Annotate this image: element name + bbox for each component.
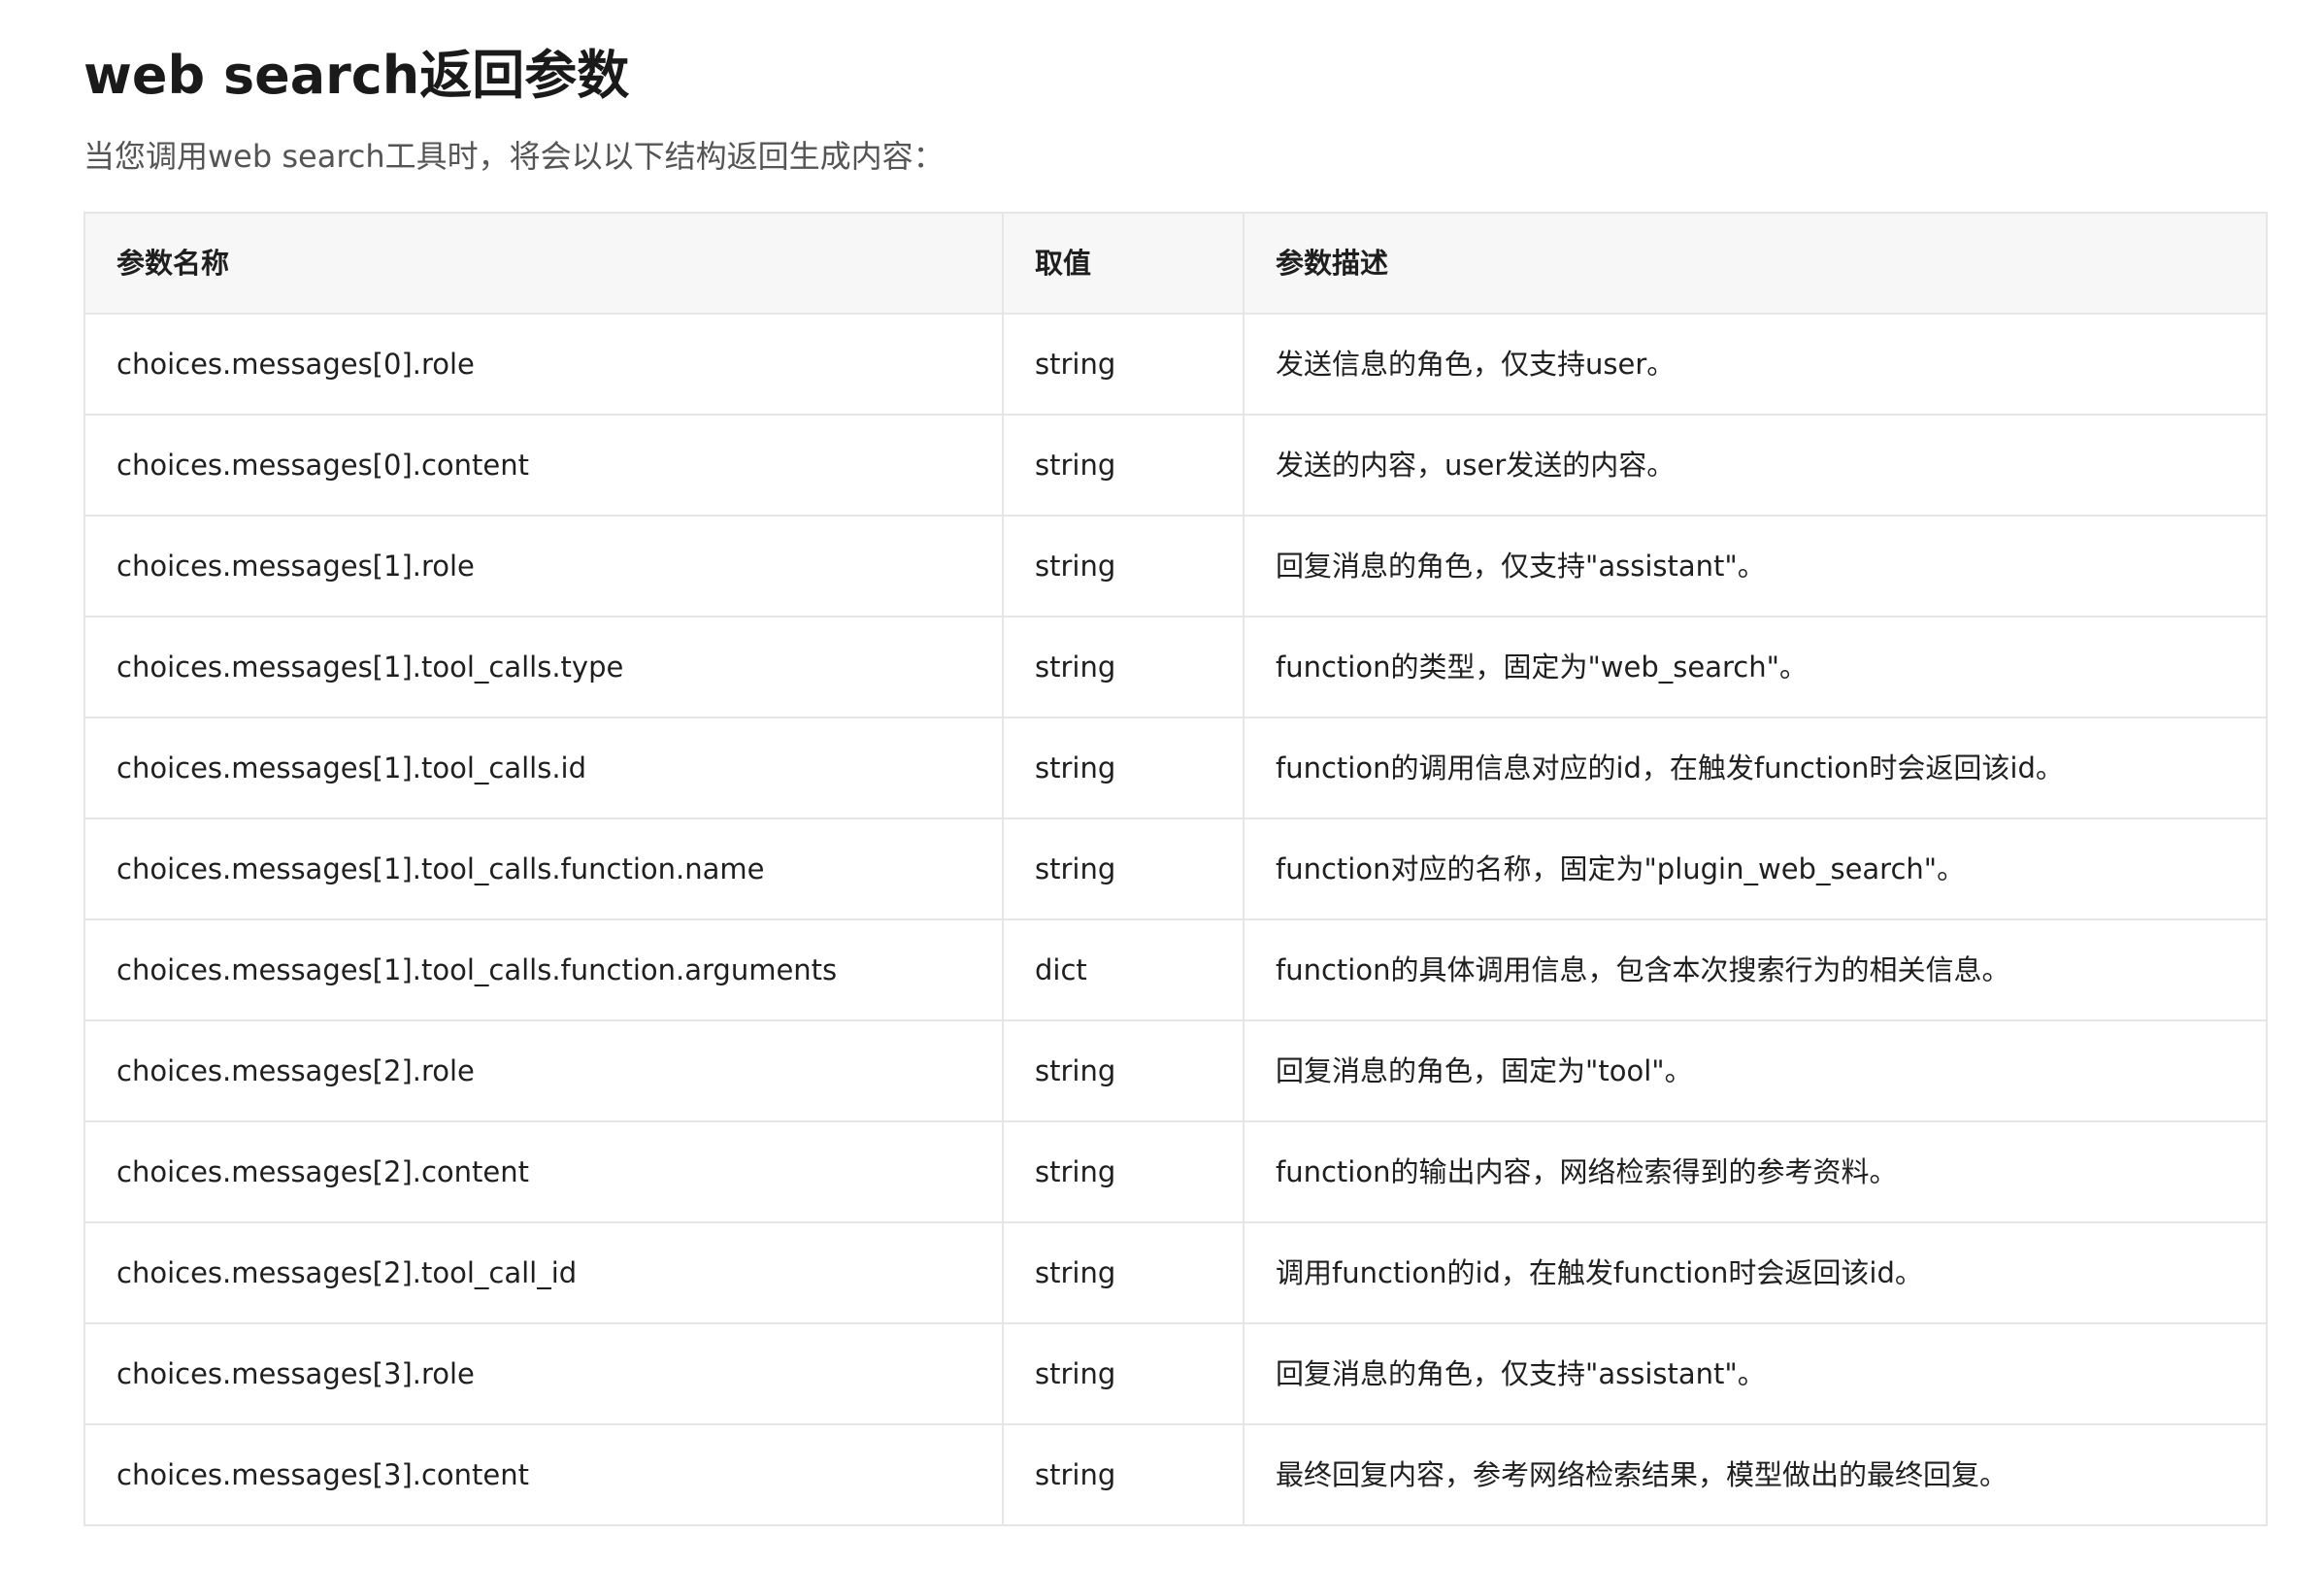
param-name-cell: choices.messages[1].tool_calls.id: [83, 717, 1004, 819]
header-value: 取值: [1002, 212, 1245, 315]
param-value-cell: string: [1002, 1120, 1245, 1223]
param-name-cell: choices.messages[3].content: [83, 1423, 1004, 1526]
table-row: choices.messages[2].role string 回复消息的角色，…: [83, 1019, 2268, 1122]
page-title: web search返回参数: [83, 45, 630, 106]
doc-page: web search返回参数 当您调用web search工具时，将会以以下结构…: [0, 0, 2324, 1569]
param-name-cell: choices.messages[1].tool_calls.function.…: [83, 818, 1004, 920]
param-name-cell: choices.messages[0].role: [83, 313, 1004, 416]
page-intro: 当您调用web search工具时，将会以以下结构返回生成内容：: [83, 138, 945, 175]
param-value-cell: string: [1002, 515, 1245, 618]
param-desc-cell: 最终回复内容，参考网络检索结果，模型做出的最终回复。: [1243, 1423, 2268, 1526]
table-row: choices.messages[1].role string 回复消息的角色，…: [83, 515, 2268, 618]
param-value-cell: string: [1002, 1019, 1245, 1122]
param-desc-cell: function的具体调用信息，包含本次搜索行为的相关信息。: [1243, 918, 2268, 1021]
table-row: choices.messages[0].role string 发送信息的角色，…: [83, 313, 2268, 416]
header-row: 参数名称 取值 参数描述: [83, 212, 2268, 315]
param-name-cell: choices.messages[2].content: [83, 1120, 1004, 1223]
table-row: choices.messages[1].tool_calls.id string…: [83, 717, 2268, 819]
param-value-cell: string: [1002, 414, 1245, 517]
header-param-name: 参数名称: [83, 212, 1004, 315]
param-desc-cell: 回复消息的角色，固定为"tool"。: [1243, 1019, 2268, 1122]
param-desc-cell: function对应的名称，固定为"plugin_web_search"。: [1243, 818, 2268, 920]
param-value-cell: string: [1002, 616, 1245, 718]
param-value-cell: string: [1002, 717, 1245, 819]
table-body: choices.messages[0].role string 发送信息的角色，…: [83, 313, 2268, 1526]
table-header: 参数名称 取值 参数描述: [83, 212, 2268, 315]
param-name-cell: choices.messages[1].tool_calls.function.…: [83, 918, 1004, 1021]
param-desc-cell: function的类型，固定为"web_search"。: [1243, 616, 2268, 718]
param-value-cell: string: [1002, 1423, 1245, 1526]
table-row: choices.messages[2].content string funct…: [83, 1120, 2268, 1223]
param-name-cell: choices.messages[1].tool_calls.type: [83, 616, 1004, 718]
param-name-cell: choices.messages[2].tool_call_id: [83, 1221, 1004, 1324]
param-name-cell: choices.messages[0].content: [83, 414, 1004, 517]
param-desc-cell: function的调用信息对应的id，在触发function时会返回该id。: [1243, 717, 2268, 819]
table-row: choices.messages[3].content string 最终回复内…: [83, 1423, 2268, 1526]
param-desc-cell: 回复消息的角色，仅支持"assistant"。: [1243, 1322, 2268, 1425]
param-desc-cell: 调用function的id，在触发function时会返回该id。: [1243, 1221, 2268, 1324]
param-value-cell: string: [1002, 313, 1245, 416]
param-value-cell: string: [1002, 1322, 1245, 1425]
table-row: choices.messages[3].role string 回复消息的角色，…: [83, 1322, 2268, 1425]
table-row: choices.messages[1].tool_calls.type stri…: [83, 616, 2268, 718]
table-row: choices.messages[2].tool_call_id string …: [83, 1221, 2268, 1324]
param-name-cell: choices.messages[1].role: [83, 515, 1004, 618]
table-row: choices.messages[0].content string 发送的内容…: [83, 414, 2268, 517]
param-value-cell: string: [1002, 818, 1245, 920]
param-value-cell: string: [1002, 1221, 1245, 1324]
param-name-cell: choices.messages[2].role: [83, 1019, 1004, 1122]
params-table: 参数名称 取值 参数描述 choices.messages[0].role st…: [83, 212, 2268, 1526]
header-description: 参数描述: [1243, 212, 2268, 315]
param-desc-cell: 回复消息的角色，仅支持"assistant"。: [1243, 515, 2268, 618]
param-desc-cell: 发送的内容，user发送的内容。: [1243, 414, 2268, 517]
param-value-cell: dict: [1002, 918, 1245, 1021]
param-desc-cell: 发送信息的角色，仅支持user。: [1243, 313, 2268, 416]
table-row: choices.messages[1].tool_calls.function.…: [83, 918, 2268, 1021]
param-desc-cell: function的输出内容，网络检索得到的参考资料。: [1243, 1120, 2268, 1223]
param-name-cell: choices.messages[3].role: [83, 1322, 1004, 1425]
table-row: choices.messages[1].tool_calls.function.…: [83, 818, 2268, 920]
